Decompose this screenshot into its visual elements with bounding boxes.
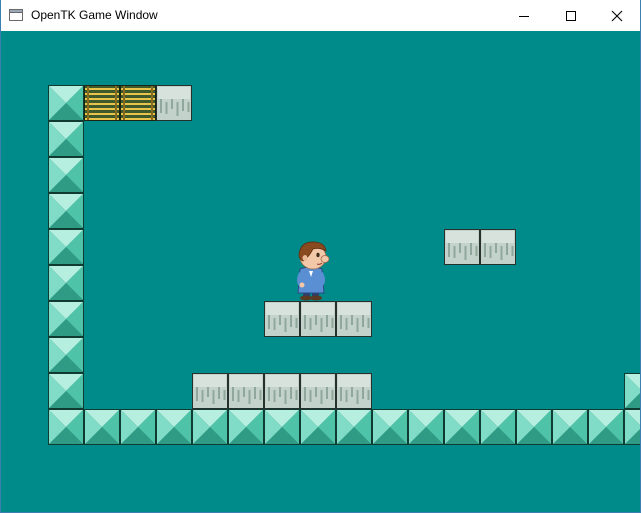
stone-block — [264, 301, 300, 337]
maximize-button[interactable] — [548, 0, 594, 31]
gem-block — [192, 409, 228, 445]
gem-block — [48, 337, 84, 373]
gem-block — [48, 265, 84, 301]
gem-block — [48, 193, 84, 229]
gem-block — [48, 409, 84, 445]
ladder-block — [120, 85, 156, 121]
gem-block — [156, 409, 192, 445]
stone-block — [336, 301, 372, 337]
gem-block — [48, 85, 84, 121]
gem-block — [300, 409, 336, 445]
game-viewport[interactable] — [1, 31, 640, 512]
window-app-icon — [9, 8, 23, 22]
gem-block — [228, 409, 264, 445]
gem-block — [624, 373, 640, 409]
stone-block — [480, 229, 516, 265]
gem-block — [48, 157, 84, 193]
gem-block — [516, 409, 552, 445]
stone-block — [300, 301, 336, 337]
minimize-button[interactable] — [501, 0, 547, 31]
window-title: OpenTK Game Window — [31, 8, 158, 22]
gem-block — [120, 409, 156, 445]
stone-block — [264, 373, 300, 409]
close-button[interactable] — [594, 0, 640, 31]
gem-block — [48, 121, 84, 157]
gem-block — [84, 409, 120, 445]
close-icon — [611, 10, 623, 21]
gem-block — [624, 409, 640, 445]
title-bar[interactable]: OpenTK Game Window — [1, 0, 640, 31]
gem-block — [336, 409, 372, 445]
stone-block — [300, 373, 336, 409]
gem-block — [408, 409, 444, 445]
gem-block — [588, 409, 624, 445]
stone-block — [228, 373, 264, 409]
gem-block — [552, 409, 588, 445]
stone-block — [336, 373, 372, 409]
gem-block — [48, 229, 84, 265]
stone-block — [156, 85, 192, 121]
gem-block — [372, 409, 408, 445]
gem-block — [480, 409, 516, 445]
gem-block — [264, 409, 300, 445]
gem-block — [48, 301, 84, 337]
stone-block — [192, 373, 228, 409]
stone-block — [444, 229, 480, 265]
gem-block — [444, 409, 480, 445]
game-window: OpenTK Game Window — [0, 0, 641, 513]
maximize-icon — [566, 10, 576, 21]
gem-block — [48, 373, 84, 409]
minimize-icon — [519, 15, 529, 17]
player-character — [291, 237, 331, 306]
ladder-block — [84, 85, 120, 121]
